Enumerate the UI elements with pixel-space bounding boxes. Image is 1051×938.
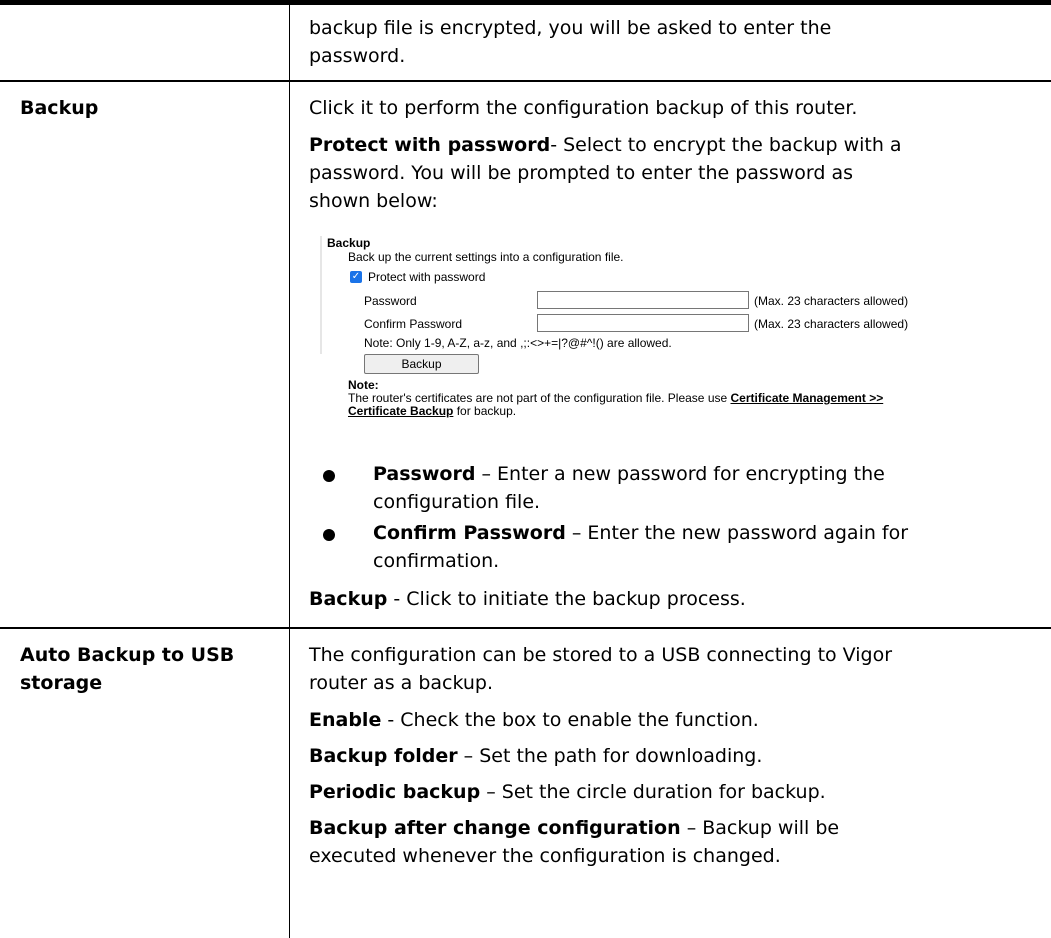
column-divider (289, 629, 290, 938)
shot-note-line1: The router's certificates are not part o… (348, 391, 883, 405)
password-input[interactable] (537, 291, 749, 309)
bullet-password: Password – Enter a new password for encr… (373, 460, 885, 488)
bullet-icon (323, 470, 335, 482)
row-divider (0, 80, 1051, 82)
bullet-text: – Enter a new password for encrypting th… (475, 463, 885, 485)
bullet-term: Confirm Password (373, 522, 566, 544)
certificate-management-link[interactable]: Certificate Management >> (731, 391, 884, 405)
table-top-border (0, 0, 1051, 5)
usb-periodic: Periodic backup – Set the circle duratio… (309, 778, 826, 806)
backup-action: Backup - Click to initiate the backup pr… (309, 585, 746, 613)
certificate-backup-link[interactable]: Certificate Backup (348, 404, 453, 418)
shot-title: Backup (327, 236, 371, 250)
row-label-usb-cont: storage (20, 672, 103, 694)
protect-checkbox[interactable]: ✓ (350, 271, 362, 283)
password-hint: (Max. 23 characters allowed) (754, 294, 909, 308)
intro-line: password. (309, 45, 406, 67)
column-divider (289, 0, 290, 80)
usb-description: The configuration can be stored to a USB… (309, 644, 893, 666)
backup-action-text: - Click to initiate the backup process. (387, 588, 746, 610)
protect-text: - Select to encrypt the backup with a (550, 134, 902, 156)
shot-note-tail: for backup. (453, 404, 517, 418)
usb-after-term: Backup after change configuration (309, 817, 681, 839)
confirm-password-hint: (Max. 23 characters allowed) (754, 317, 909, 331)
usb-folder-term: Backup folder (309, 745, 458, 767)
protect-term: Protect with password (309, 134, 551, 156)
bullet-confirm-password: Confirm Password – Enter the new passwor… (373, 519, 908, 547)
intro-line: backup file is encrypted, you will be as… (309, 17, 832, 39)
shot-note-line2: Certificate Backup for backup. (348, 404, 516, 418)
usb-after-text: – Backup will be (680, 817, 840, 839)
confirm-password-input[interactable] (537, 314, 749, 332)
bullet-line: configuration file. (373, 491, 541, 513)
backup-description: Click it to perform the configuration ba… (309, 97, 858, 119)
shot-subtitle: Back up the current settings into a conf… (348, 250, 624, 264)
usb-after-change-cont: executed whenever the configuration is c… (309, 845, 781, 867)
bullet-line: confirmation. (373, 550, 500, 572)
protect-checkbox-label: Protect with password (368, 270, 486, 284)
row-divider (0, 627, 1051, 629)
protect-line: shown below: (309, 190, 438, 212)
usb-periodic-text: – Set the circle duration for backup. (480, 781, 826, 803)
shot-note-text: The router's certificates are not part o… (348, 391, 731, 405)
row-label-backup: Backup (20, 97, 99, 119)
usb-after-change: Backup after change configuration – Back… (309, 814, 839, 842)
usb-enable-text: - Check the box to enable the function. (381, 709, 759, 731)
usb-folder: Backup folder – Set the path for downloa… (309, 742, 762, 770)
bullet-text: – Enter the new password again for (565, 522, 909, 544)
bullet-icon (323, 529, 335, 541)
password-label: Password (364, 294, 417, 308)
confirm-password-label: Confirm Password (364, 317, 463, 331)
usb-enable-term: Enable (309, 709, 382, 731)
allowed-characters-note: Note: Only 1-9, A-Z, a-z, and ,;:<>+=|?@… (364, 336, 672, 350)
backup-button[interactable]: Backup (364, 354, 479, 374)
protect-paragraph: Protect with password- Select to encrypt… (309, 131, 902, 159)
backup-action-term: Backup (309, 588, 388, 610)
row-label-usb: Auto Backup to USB (20, 644, 235, 666)
usb-enable: Enable - Check the box to enable the fun… (309, 706, 759, 734)
usb-periodic-term: Periodic backup (309, 781, 481, 803)
protect-line: password. You will be prompted to enter … (309, 162, 854, 184)
column-divider (289, 82, 290, 627)
shot-note-title: Note: (348, 378, 379, 392)
usb-description-cont: router as a backup. (309, 672, 494, 694)
backup-screenshot: Backup Back up the current settings into… (320, 236, 1042, 418)
usb-folder-text: – Set the path for downloading. (457, 745, 763, 767)
bullet-term: Password (373, 463, 476, 485)
